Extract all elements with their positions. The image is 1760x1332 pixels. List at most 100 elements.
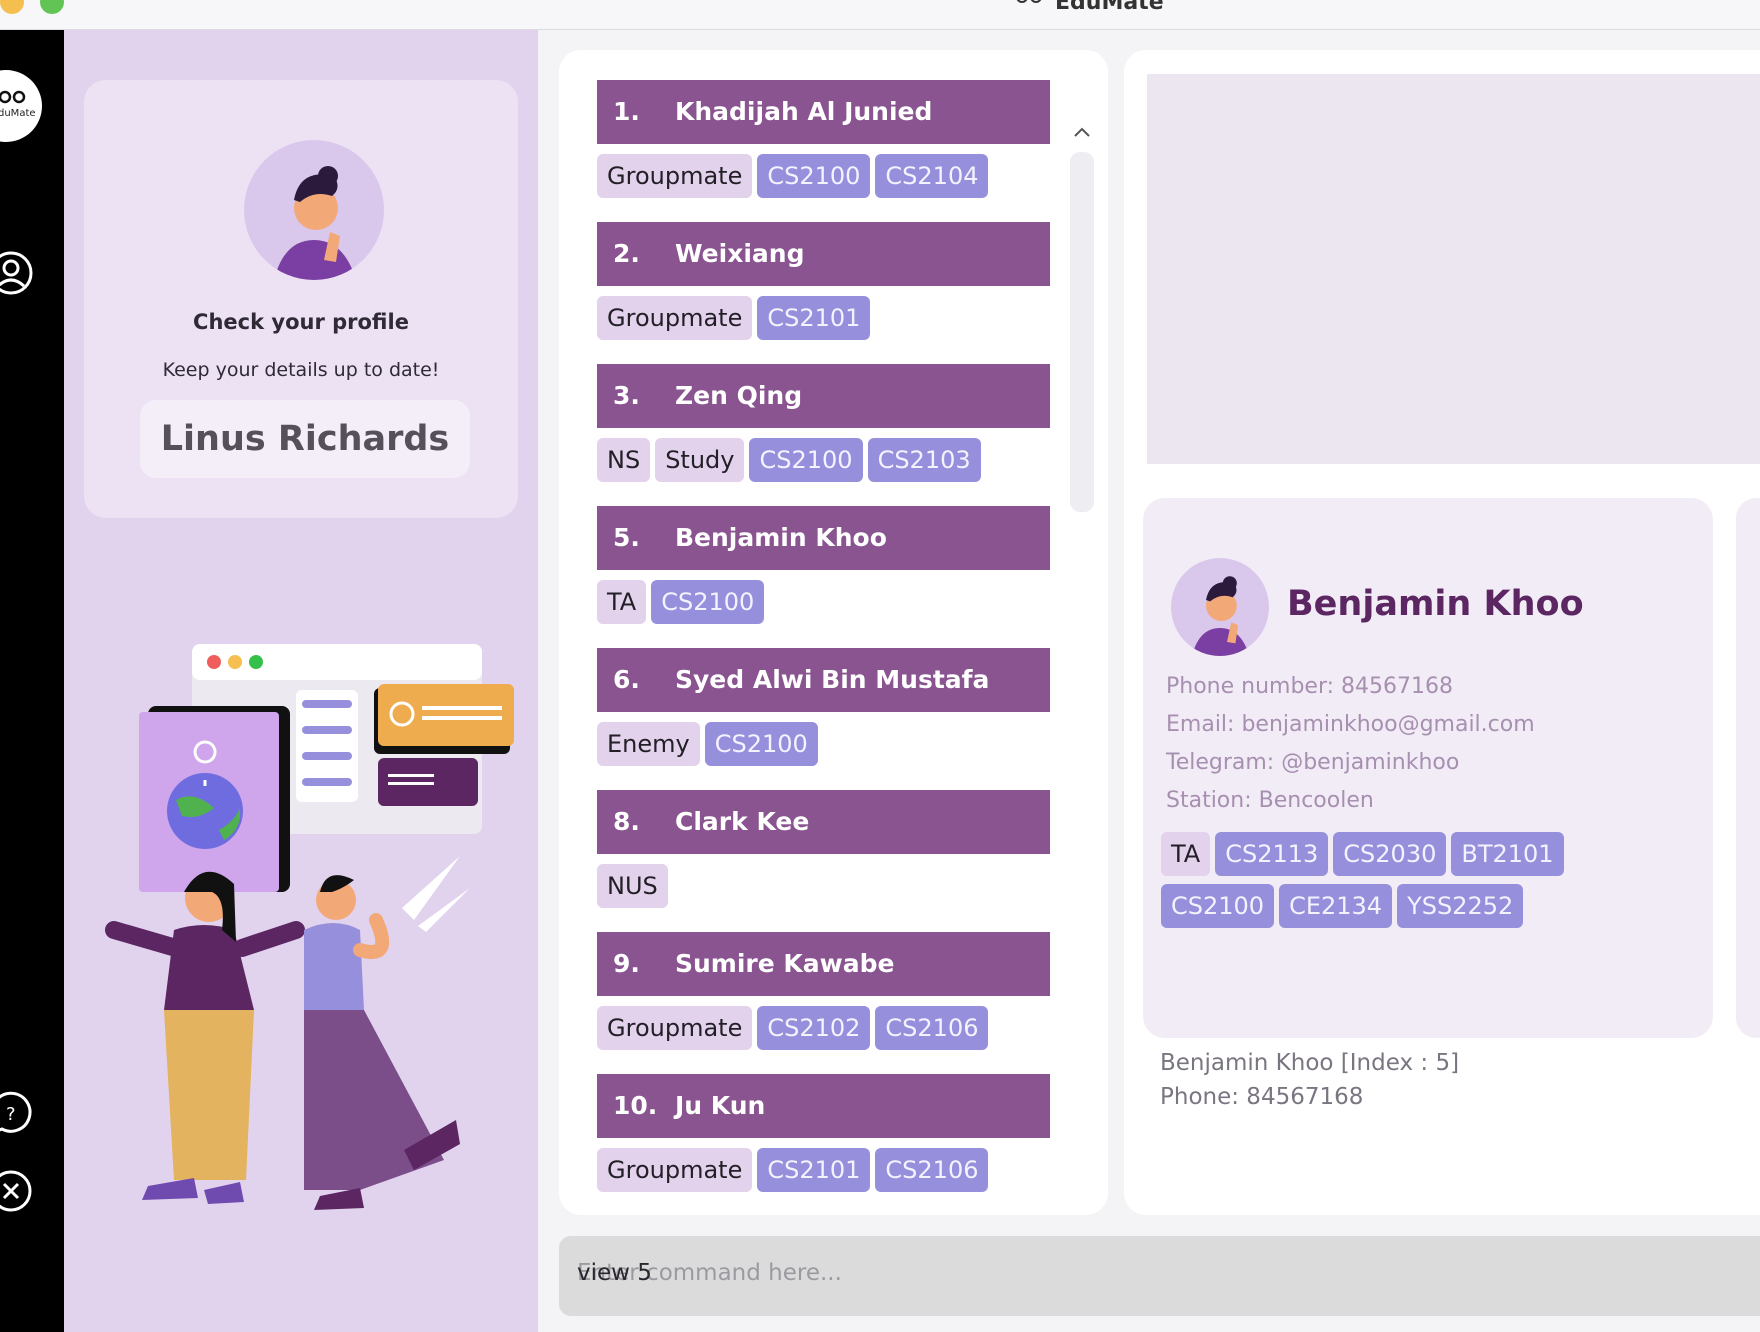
profile-card-subtitle: Keep your details up to date! xyxy=(162,359,440,381)
window-title: EduMate xyxy=(1055,0,1164,15)
module-tag: CS2100 xyxy=(757,154,871,198)
detail-station: Station: Bencoolen xyxy=(1166,788,1374,813)
command-value[interactable]: view 5 xyxy=(577,1260,652,1286)
contact-name: Weixiang xyxy=(675,239,805,268)
contact-detail-card: Benjamin Khoo Phone number: 84567168 Ema… xyxy=(1143,498,1713,1038)
module-tag: CS2100 xyxy=(749,438,863,482)
contact-card-header: 3. Zen Qing xyxy=(597,364,1050,428)
contact-name: Ju Kun xyxy=(675,1091,766,1120)
result-line-1: Benjamin Khoo [Index : 5] xyxy=(1160,1050,1460,1076)
contact-index: 5. xyxy=(613,523,640,552)
contact-card-header: 2. Weixiang xyxy=(597,222,1050,286)
contact-tags: Groupmate CS2102 CS2106 xyxy=(597,1006,1050,1050)
contact-tags: Enemy CS2100 xyxy=(597,722,1050,766)
contact-list-panel[interactable]: 1. Khadijah Al Junied Groupmate CS2100 CS210… xyxy=(559,50,1108,1215)
close-icon[interactable] xyxy=(0,1168,34,1214)
contact-tags: Groupmate CS2101 xyxy=(597,296,1050,340)
module-tag: CS2106 xyxy=(875,1006,989,1050)
label-tag: NUS xyxy=(597,864,668,908)
contact-card-header: 9. Sumire Kawabe xyxy=(597,932,1050,996)
contact-card-header: 1. Khadijah Al Junied xyxy=(597,80,1050,144)
scroll-up-icon[interactable] xyxy=(1074,126,1090,138)
label-tag: Groupmate xyxy=(597,1006,753,1050)
module-tag: CS2100 xyxy=(1161,884,1275,928)
module-tag: CS2101 xyxy=(757,1148,871,1192)
contact-card[interactable]: 2. Weixiang Groupmate CS2101 xyxy=(597,222,1050,340)
module-tag: CS2101 xyxy=(757,296,871,340)
profile-name[interactable]: Linus Richards xyxy=(140,400,470,478)
module-tag: CS2102 xyxy=(757,1006,871,1050)
secondary-card xyxy=(1736,498,1760,1038)
module-tag: CS2100 xyxy=(651,580,765,624)
module-tag: CS2100 xyxy=(704,722,818,766)
title-bar: EduMate xyxy=(0,0,1760,30)
svg-text:?: ? xyxy=(6,1104,16,1125)
module-tag: YSS2252 xyxy=(1397,884,1524,928)
person-avatar-icon xyxy=(1192,576,1250,656)
contact-tags: NS Study CS2100 CS2103 xyxy=(597,438,1050,482)
contact-card[interactable]: 9. Sumire Kawabe Groupmate CS2102 CS2106 xyxy=(597,932,1050,1050)
module-tag: CS2103 xyxy=(867,438,981,482)
contact-card-header: 5. Benjamin Khoo xyxy=(597,506,1050,570)
app-logo[interactable]: duMate xyxy=(0,70,42,142)
label-tag: Enemy xyxy=(597,722,700,766)
contact-index: 1. xyxy=(613,97,640,126)
contact-card[interactable]: 10. Ju Kun Groupmate CS2101 CS2106 xyxy=(597,1074,1050,1192)
result-line-2: Phone: 84567168 xyxy=(1160,1084,1364,1110)
contact-card-header: 6. Syed Alwi Bin Mustafa xyxy=(597,648,1050,712)
map-area[interactable] xyxy=(1147,74,1760,464)
contact-tags: Groupmate CS2100 CS2104 xyxy=(597,154,1050,198)
contact-card[interactable]: 3. Zen Qing NS Study CS2100 CS2103 xyxy=(597,364,1050,482)
list-scrollbar[interactable] xyxy=(1070,100,1094,1200)
contact-card-header: 8. Clark Kee xyxy=(597,790,1050,854)
minimize-button[interactable] xyxy=(0,0,24,14)
module-tag: CS2104 xyxy=(875,154,989,198)
logo-text: duMate xyxy=(0,108,36,119)
contact-name: Khadijah Al Junied xyxy=(675,97,933,126)
label-tag: TA xyxy=(597,580,647,624)
detail-telegram: Telegram: @benjaminkhoo xyxy=(1166,750,1460,775)
label-tag: TA xyxy=(1161,832,1211,876)
contact-card[interactable]: 5. Benjamin Khoo TA CS2100 xyxy=(597,506,1050,624)
contact-card[interactable]: 6. Syed Alwi Bin Mustafa Enemy CS2100 xyxy=(597,648,1050,766)
contact-index: 10. xyxy=(613,1091,658,1120)
contact-index: 8. xyxy=(613,807,640,836)
command-input[interactable]: Enter command here... view 5 xyxy=(559,1236,1760,1316)
scrollbar-thumb[interactable] xyxy=(1070,152,1094,512)
module-tag: CS2113 xyxy=(1215,832,1329,876)
contact-index: 6. xyxy=(613,665,640,694)
help-icon[interactable]: ? xyxy=(0,1090,34,1136)
contact-card-header: 10. Ju Kun xyxy=(597,1074,1050,1138)
glasses-icon xyxy=(1016,0,1042,3)
avatar xyxy=(244,140,384,280)
detail-panel: Benjamin Khoo Phone number: 84567168 Ema… xyxy=(1124,50,1760,1215)
module-tag: CE2134 xyxy=(1279,884,1393,928)
label-tag: Groupmate xyxy=(597,154,753,198)
contact-card[interactable]: 8. Clark Kee NUS xyxy=(597,790,1050,908)
contact-card[interactable]: 1. Khadijah Al Junied Groupmate CS2100 CS210… xyxy=(597,80,1050,198)
zoom-button[interactable] xyxy=(40,0,64,14)
illustration xyxy=(105,644,514,1210)
avatar xyxy=(1171,558,1269,656)
profile-icon[interactable] xyxy=(0,250,34,296)
label-tag: NS xyxy=(597,438,651,482)
detail-phone: Phone number: 84567168 xyxy=(1166,674,1453,699)
module-tag: CS2106 xyxy=(875,1148,989,1192)
contact-name: Clark Kee xyxy=(675,807,810,836)
nav-rail: duMate ? xyxy=(0,30,64,1332)
profile-card[interactable]: Check your profile Keep your details up … xyxy=(84,80,518,518)
module-tag: BT2101 xyxy=(1451,832,1564,876)
label-tag: Study xyxy=(655,438,745,482)
contact-index: 3. xyxy=(613,381,640,410)
contact-tags: Groupmate CS2101 CS2106 xyxy=(597,1148,1050,1192)
detail-tags: TA CS2113 CS2030 BT2101 CS2100 CE2134 YSS2252 xyxy=(1161,832,1611,936)
profile-card-title: Check your profile xyxy=(193,310,409,334)
contact-name: Zen Qing xyxy=(675,381,803,410)
contact-name: Sumire Kawabe xyxy=(675,949,895,978)
person-avatar-icon xyxy=(274,166,356,280)
glasses-icon xyxy=(0,90,26,104)
contact-tags: NUS xyxy=(597,864,1050,908)
module-tag: CS2030 xyxy=(1333,832,1447,876)
contact-list: 1. Khadijah Al Junied Groupmate CS2100 CS210… xyxy=(597,80,1050,1215)
contact-index: 2. xyxy=(613,239,640,268)
